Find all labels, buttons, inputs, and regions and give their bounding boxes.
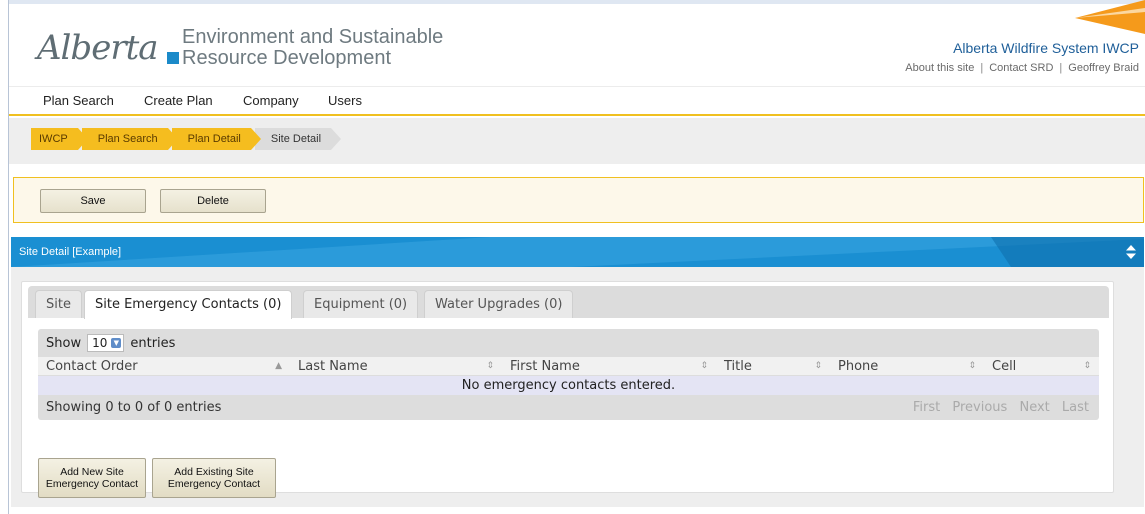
tab-water-upgrades[interactable]: Water Upgrades (0) — [424, 290, 574, 318]
header-links: About this site | Contact SRD | Geoffrey Bra… — [905, 62, 1139, 74]
column-cell[interactable]: Cell ⇕ — [984, 357, 1099, 375]
panel-header[interactable]: Site Detail [Example] — [11, 237, 1144, 267]
page-frame: Alberta Environment and Sustainable Reso… — [8, 0, 1145, 514]
pager-next[interactable]: Next — [1019, 400, 1049, 415]
column-label: First Name — [510, 359, 580, 374]
column-label: Cell — [992, 359, 1017, 374]
sort-icon: ⇕ — [700, 361, 708, 371]
column-last-name[interactable]: Last Name ⇕ — [290, 357, 502, 375]
column-label: Phone — [838, 359, 879, 374]
table-length-control: Show 10 ▼ entries — [38, 329, 1099, 357]
add-new-contact-button[interactable]: Add New Site Emergency Contact — [38, 458, 146, 498]
logo-square-icon — [167, 52, 179, 64]
column-phone[interactable]: Phone ⇕ — [830, 357, 984, 375]
column-label: Title — [724, 359, 752, 374]
department-line-2: Resource Development — [182, 47, 391, 69]
sort-icon: ⇕ — [1083, 361, 1091, 371]
column-first-name[interactable]: First Name ⇕ — [502, 357, 716, 375]
entries-label: entries — [130, 335, 176, 351]
column-label: Contact Order — [46, 359, 138, 374]
about-link[interactable]: About this site — [905, 62, 974, 74]
table-header-row: Contact Order ▲ Last Name ⇕ First Name ⇕ Ti… — [38, 357, 1099, 376]
breadcrumb: IWCP Plan Search Plan Detail Site Detail — [31, 128, 342, 150]
column-label: Last Name — [298, 359, 368, 374]
pager-first[interactable]: First — [913, 400, 940, 415]
nav-create-plan[interactable]: Create Plan — [144, 93, 213, 108]
collapse-toggle-icon[interactable] — [1126, 245, 1136, 259]
user-link[interactable]: Geoffrey Braid — [1068, 62, 1139, 74]
pager-previous[interactable]: Previous — [952, 400, 1007, 415]
table-footer: Showing 0 to 0 of 0 entries First Previo… — [38, 395, 1099, 420]
show-label: Show — [46, 335, 82, 351]
add-existing-contact-button[interactable]: Add Existing Site Emergency Contact — [152, 458, 276, 498]
nav-users[interactable]: Users — [328, 93, 362, 108]
site-header: Alberta Environment and Sustainable Reso… — [9, 0, 1145, 86]
sort-asc-icon: ▲ — [275, 361, 282, 371]
tab-container: Site Site Emergency Contacts (0) Equipme… — [21, 281, 1114, 498]
page-size-select[interactable]: 10 ▼ — [87, 334, 125, 352]
column-contact-order[interactable]: Contact Order ▲ — [38, 357, 290, 375]
panel-body: Site Site Emergency Contacts (0) Equipme… — [11, 267, 1144, 507]
add-new-line-2: Emergency Contact — [45, 478, 139, 490]
tab-site[interactable]: Site — [35, 290, 82, 318]
tab-site-emergency-contacts[interactable]: Site Emergency Contacts (0) — [84, 290, 293, 319]
chevron-down-icon: ▼ — [111, 338, 122, 348]
sort-icon: ⇕ — [968, 361, 976, 371]
nav-company[interactable]: Company — [243, 93, 299, 108]
tab-equipment[interactable]: Equipment (0) — [303, 290, 419, 318]
delete-button[interactable]: Delete — [160, 189, 266, 213]
column-title[interactable]: Title ⇕ — [716, 357, 830, 375]
department-name: Environment and Sustainable Resource Dev… — [182, 27, 443, 69]
sort-icon: ⇕ — [814, 361, 822, 371]
empty-table-message: No emergency contacts entered. — [38, 376, 1099, 395]
panel-header-decoration — [11, 237, 1144, 267]
breadcrumb-bar: IWCP Plan Search Plan Detail Site Detail — [9, 118, 1145, 164]
pagination: First Previous Next Last — [905, 400, 1089, 415]
main-nav: Plan Search Create Plan Company Users — [9, 86, 1145, 116]
logo-wordmark: Alberta — [37, 28, 158, 68]
department-line-1: Environment and Sustainable — [182, 26, 444, 48]
add-new-line-1: Add New Site — [60, 466, 124, 478]
page-size-value: 10 — [92, 336, 108, 350]
save-button[interactable]: Save — [40, 189, 146, 213]
table-info: Showing 0 to 0 of 0 entries — [46, 400, 222, 415]
breadcrumb-plan-search[interactable]: Plan Search — [81, 128, 178, 150]
nav-plan-search[interactable]: Plan Search — [43, 93, 114, 108]
breadcrumb-iwcp[interactable]: IWCP — [31, 128, 88, 150]
add-existing-line-2: Emergency Contact — [167, 478, 261, 490]
breadcrumb-site-detail: Site Detail — [254, 128, 342, 150]
tab-strip: Site Site Emergency Contacts (0) Equipme… — [28, 286, 1109, 319]
panel-title: Site Detail [Example] — [19, 246, 122, 258]
action-toolbar: Save Delete — [13, 177, 1144, 223]
alberta-logo[interactable]: Alberta — [37, 24, 187, 74]
breadcrumb-plan-detail[interactable]: Plan Detail — [171, 128, 262, 150]
contacts-table: Show 10 ▼ entries Contact Order ▲ Last Na… — [38, 329, 1099, 420]
system-title: Alberta Wildfire System IWCP — [953, 40, 1139, 56]
add-existing-line-1: Add Existing Site — [174, 466, 254, 478]
contact-link[interactable]: Contact SRD — [989, 62, 1053, 74]
sort-icon: ⇕ — [486, 361, 494, 371]
pager-last[interactable]: Last — [1062, 400, 1089, 415]
